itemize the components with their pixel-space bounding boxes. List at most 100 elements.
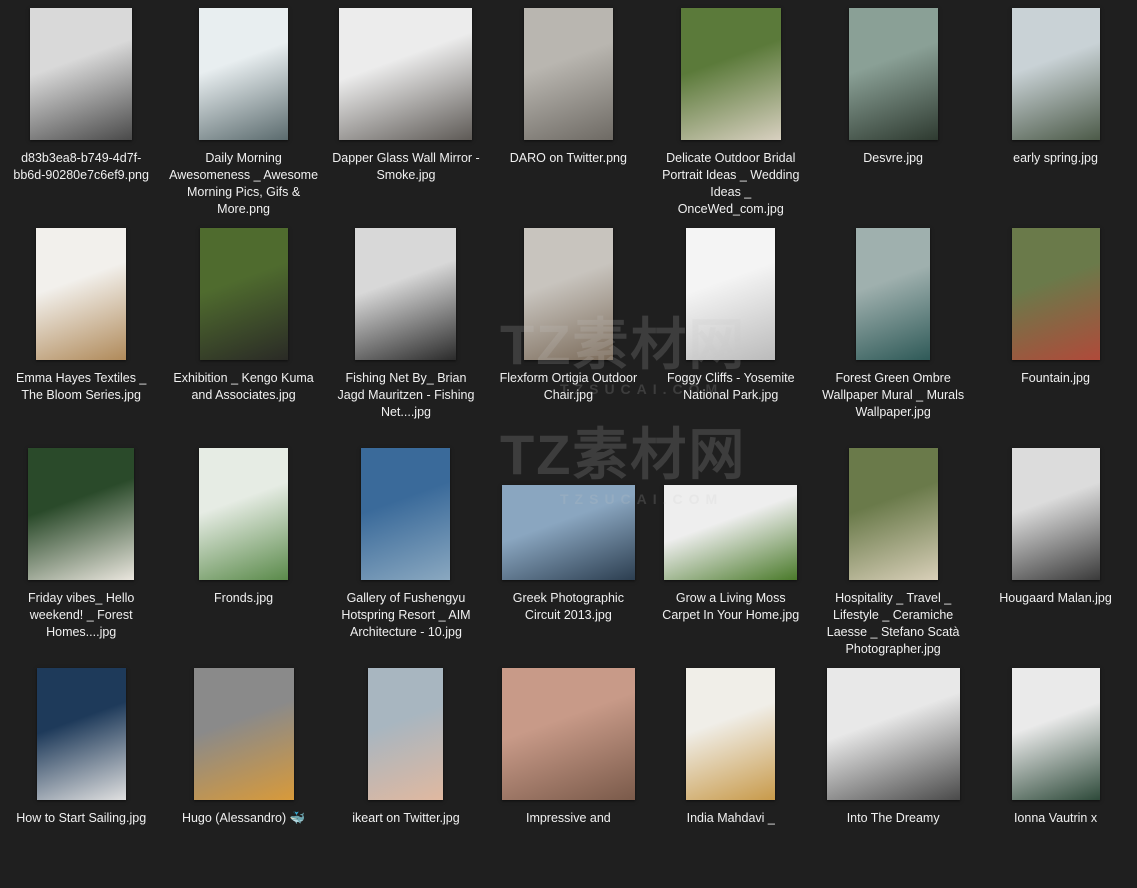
thumbnail-container bbox=[174, 668, 314, 800]
file-name: Impressive and bbox=[525, 811, 611, 825]
file-name: d83b3ea8-b749-4d7f-bb6d-90280e7c6ef9.png bbox=[13, 151, 149, 182]
thumbnail-container bbox=[986, 228, 1126, 360]
thumbnail-container bbox=[823, 448, 963, 580]
image-thumbnail[interactable] bbox=[36, 228, 127, 360]
file-name: Gallery of Fushengyu Hotspring Resort _ … bbox=[341, 591, 471, 639]
thumbnail-container bbox=[174, 8, 314, 140]
file-item[interactable]: Fronds.jpg bbox=[162, 448, 324, 668]
thumbnail-container bbox=[986, 668, 1126, 800]
file-name: Fountain.jpg bbox=[1021, 371, 1090, 385]
file-item[interactable]: India Mahdavi _ bbox=[650, 668, 812, 888]
image-thumbnail[interactable] bbox=[826, 668, 960, 800]
file-name: Ionna Vautrin x bbox=[1013, 811, 1098, 825]
file-name: Daily Morning Awesomeness _ Awesome Morn… bbox=[169, 151, 319, 216]
file-name: Emma Hayes Textiles _ The Bloom Series.j… bbox=[16, 371, 147, 402]
image-thumbnail[interactable] bbox=[199, 448, 289, 580]
image-thumbnail[interactable] bbox=[686, 668, 776, 800]
file-item[interactable]: Ionna Vautrin x bbox=[974, 668, 1136, 888]
file-item[interactable]: Desvre.jpg bbox=[812, 8, 974, 228]
file-item[interactable]: Forest Green Ombre Wallpaper Mural _ Mur… bbox=[812, 228, 974, 448]
thumbnail-container bbox=[336, 8, 476, 140]
file-item[interactable]: d83b3ea8-b749-4d7f-bb6d-90280e7c6ef9.png bbox=[0, 8, 162, 228]
thumbnail-container bbox=[11, 228, 151, 360]
file-item[interactable]: Grow a Living Moss Carpet In Your Home.j… bbox=[650, 448, 812, 668]
file-item[interactable]: Exhibition _ Kengo Kuma and Associates.j… bbox=[162, 228, 324, 448]
file-item[interactable]: Fishing Net By_ Brian Jagd Mauritzen - F… bbox=[325, 228, 487, 448]
file-item[interactable]: Fountain.jpg bbox=[974, 228, 1136, 448]
file-item[interactable]: Greek Photographic Circuit 2013.jpg bbox=[487, 448, 649, 668]
file-name: Foggy Cliffs - Yosemite National Park.jp… bbox=[666, 371, 795, 402]
thumbnail-container bbox=[174, 448, 314, 580]
image-thumbnail[interactable] bbox=[368, 668, 444, 800]
thumbnail-container bbox=[823, 668, 963, 800]
image-thumbnail[interactable] bbox=[36, 668, 126, 800]
file-item[interactable]: ikeart on Twitter.jpg bbox=[325, 668, 487, 888]
image-thumbnail[interactable] bbox=[856, 228, 931, 360]
thumbnail-container bbox=[11, 8, 151, 140]
image-thumbnail[interactable] bbox=[501, 485, 635, 580]
file-name: Delicate Outdoor Bridal Portrait Ideas _… bbox=[662, 151, 800, 216]
thumbnail-container bbox=[498, 668, 638, 800]
file-name: Exhibition _ Kengo Kuma and Associates.j… bbox=[173, 371, 314, 402]
image-thumbnail[interactable] bbox=[1011, 228, 1100, 360]
file-name: ikeart on Twitter.jpg bbox=[352, 811, 460, 825]
file-item[interactable]: Dapper Glass Wall Mirror - Smoke.jpg bbox=[325, 8, 487, 228]
image-thumbnail[interactable] bbox=[848, 8, 938, 140]
file-name: Dapper Glass Wall Mirror - Smoke.jpg bbox=[332, 151, 480, 182]
image-thumbnail[interactable] bbox=[523, 8, 613, 140]
file-item[interactable]: How to Start Sailing.jpg bbox=[0, 668, 162, 888]
image-thumbnail[interactable] bbox=[523, 228, 613, 360]
image-thumbnail[interactable] bbox=[680, 8, 781, 140]
file-item[interactable]: Delicate Outdoor Bridal Portrait Ideas _… bbox=[650, 8, 812, 228]
thumbnail-container bbox=[823, 228, 963, 360]
thumbnail-container bbox=[661, 448, 801, 580]
file-item[interactable]: Hougaard Malan.jpg bbox=[974, 448, 1136, 668]
file-name: Flexform Ortigia Outdoor Chair.jpg bbox=[499, 371, 638, 402]
file-name: Fishing Net By_ Brian Jagd Mauritzen - F… bbox=[337, 371, 475, 419]
image-thumbnail[interactable] bbox=[664, 485, 798, 580]
image-thumbnail[interactable] bbox=[501, 668, 635, 800]
thumbnail-container bbox=[986, 8, 1126, 140]
thumbnail-container bbox=[11, 668, 151, 800]
image-thumbnail[interactable] bbox=[1011, 448, 1100, 580]
file-item[interactable]: Into The Dreamy bbox=[812, 668, 974, 888]
thumbnail-container bbox=[174, 228, 314, 360]
thumbnail-container bbox=[661, 8, 801, 140]
file-item[interactable]: Flexform Ortigia Outdoor Chair.jpg bbox=[487, 228, 649, 448]
file-item[interactable]: Impressive and bbox=[487, 668, 649, 888]
file-name: Grow a Living Moss Carpet In Your Home.j… bbox=[662, 591, 800, 622]
file-item[interactable]: Hospitality _ Travel _ Lifestyle _ Ceram… bbox=[812, 448, 974, 668]
image-thumbnail[interactable] bbox=[686, 228, 776, 360]
file-item[interactable]: Friday vibes_ Hello weekend! _ Forest Ho… bbox=[0, 448, 162, 668]
file-name: Fronds.jpg bbox=[214, 591, 274, 605]
file-name: Greek Photographic Circuit 2013.jpg bbox=[512, 591, 624, 622]
thumbnail-container bbox=[336, 448, 476, 580]
image-thumbnail[interactable] bbox=[28, 448, 135, 580]
image-thumbnail[interactable] bbox=[199, 8, 289, 140]
image-thumbnail[interactable] bbox=[193, 668, 294, 800]
file-name: Friday vibes_ Hello weekend! _ Forest Ho… bbox=[28, 591, 135, 639]
file-name: DARO on Twitter.png bbox=[509, 151, 627, 165]
image-thumbnail[interactable] bbox=[1011, 8, 1100, 140]
image-thumbnail[interactable] bbox=[1011, 668, 1100, 800]
image-thumbnail[interactable] bbox=[339, 8, 473, 140]
image-thumbnail[interactable] bbox=[199, 228, 288, 360]
file-item[interactable]: DARO on Twitter.png bbox=[487, 8, 649, 228]
image-thumbnail[interactable] bbox=[355, 228, 457, 360]
file-item[interactable]: early spring.jpg bbox=[974, 8, 1136, 228]
file-item[interactable]: Daily Morning Awesomeness _ Awesome Morn… bbox=[162, 8, 324, 228]
image-thumbnail[interactable] bbox=[361, 448, 451, 580]
file-name: Desvre.jpg bbox=[863, 151, 924, 165]
thumbnail-container bbox=[661, 228, 801, 360]
image-thumbnail[interactable] bbox=[848, 448, 938, 580]
thumbnail-container bbox=[498, 8, 638, 140]
file-item[interactable]: Hugo (Alessandro) 🐳 bbox=[162, 668, 324, 888]
thumbnail-container bbox=[11, 448, 151, 580]
thumbnail-container bbox=[498, 448, 638, 580]
image-thumbnail[interactable] bbox=[30, 8, 133, 140]
file-item[interactable]: Gallery of Fushengyu Hotspring Resort _ … bbox=[325, 448, 487, 668]
file-item[interactable]: Foggy Cliffs - Yosemite National Park.jp… bbox=[650, 228, 812, 448]
thumbnail-container bbox=[661, 668, 801, 800]
file-name: Hospitality _ Travel _ Lifestyle _ Ceram… bbox=[826, 591, 960, 656]
file-item[interactable]: Emma Hayes Textiles _ The Bloom Series.j… bbox=[0, 228, 162, 448]
